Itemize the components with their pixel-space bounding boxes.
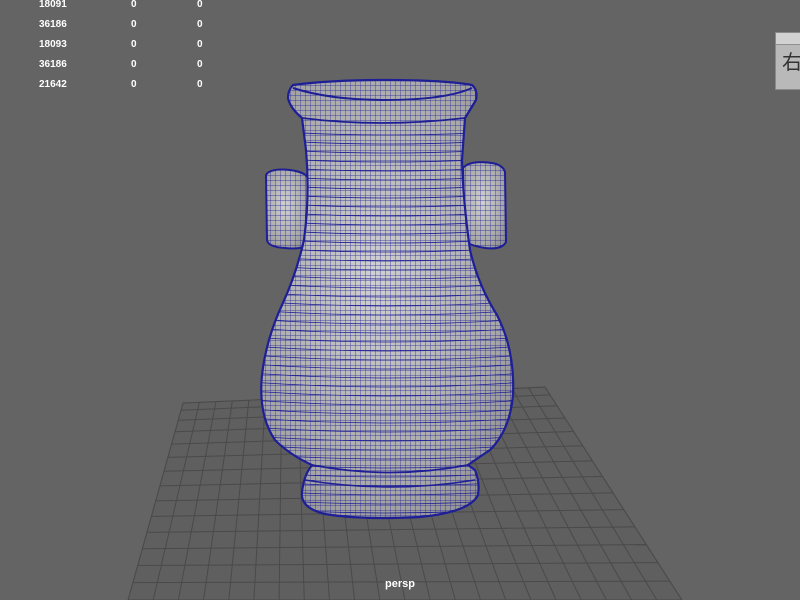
- hud-value: 36186: [39, 19, 67, 30]
- hud-row: 18093 0 0: [0, 39, 220, 60]
- hud-row: 21642 0 0: [0, 79, 220, 100]
- hud-value: 0: [131, 0, 137, 10]
- hud-value: 0: [131, 59, 137, 70]
- hud-row: 36186 0 0: [0, 59, 220, 80]
- hud-value: 0: [197, 0, 203, 10]
- hud-value: 0: [131, 19, 137, 30]
- hud-row: 36186 0 0: [0, 19, 220, 40]
- heads-up-display: 18091 0 0 36186 0 0 18093 0 0 36186 0 0 21642 0 0: [0, 0, 220, 100]
- hud-value: 0: [197, 39, 203, 50]
- hud-row: 18091 0 0: [0, 0, 220, 20]
- hud-value: 21642: [39, 79, 67, 90]
- hud-value: 36186: [39, 59, 67, 70]
- perspective-viewport[interactable]: 18091 0 0 36186 0 0 18093 0 0 36186 0 0 21642 0 0 右 pe…: [0, 0, 800, 600]
- hud-value: 18091: [39, 0, 67, 10]
- camera-name-label: persp: [385, 578, 415, 590]
- view-cube-top-face[interactable]: [776, 33, 800, 45]
- hud-value: 0: [197, 59, 203, 70]
- hud-value: 0: [131, 39, 137, 50]
- hud-value: 0: [197, 79, 203, 90]
- hud-value: 0: [131, 79, 137, 90]
- hud-value: 0: [197, 19, 203, 30]
- hud-value: 18093: [39, 39, 67, 50]
- view-cube-right-face-label[interactable]: 右: [782, 51, 800, 73]
- view-cube[interactable]: 右: [775, 32, 800, 90]
